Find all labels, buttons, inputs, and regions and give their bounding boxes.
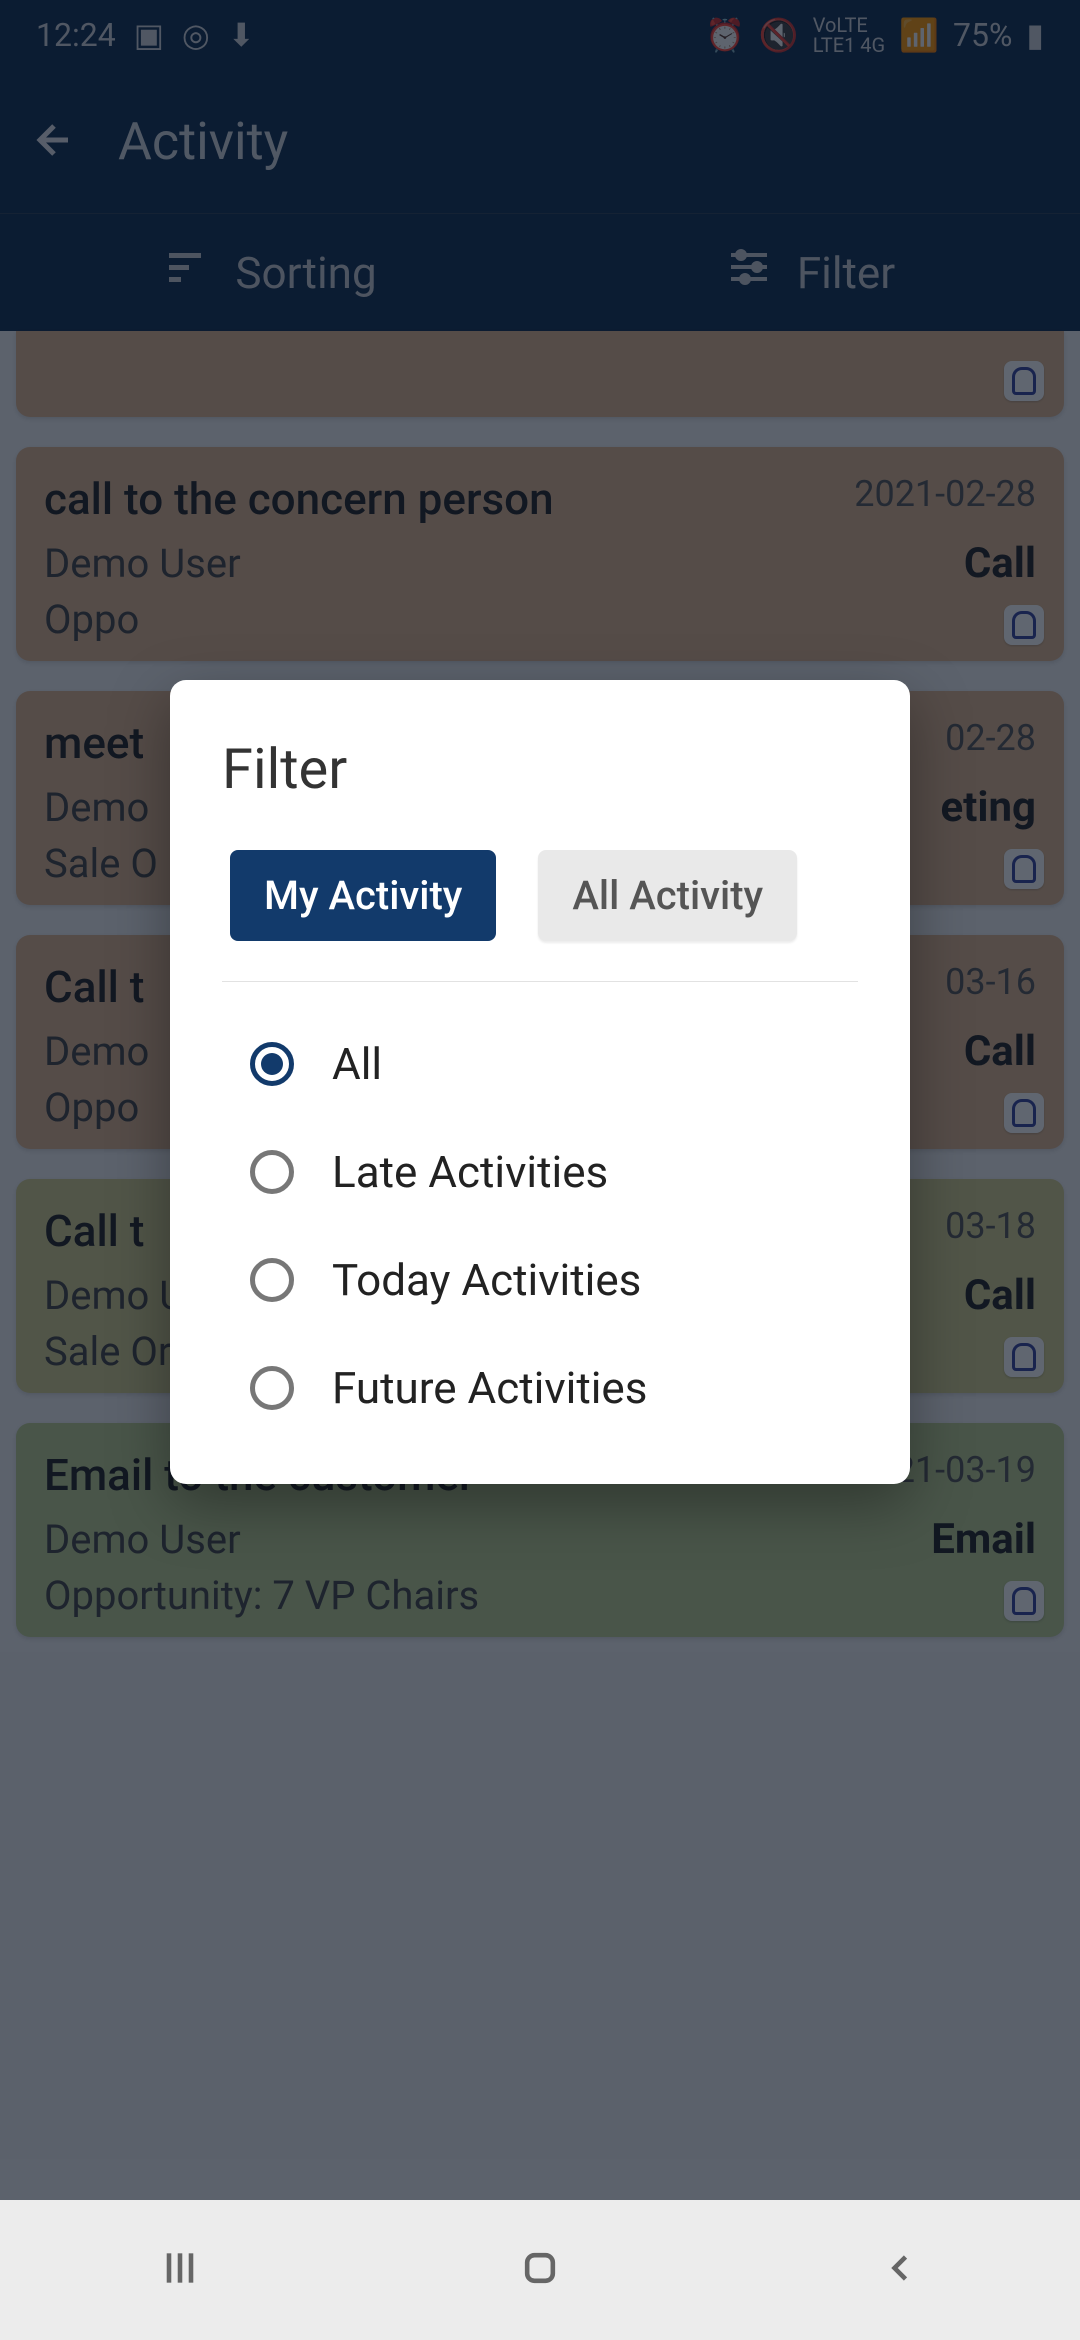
filter-tabs: My Activity All Activity: [222, 850, 858, 982]
filter-option-all[interactable]: All: [250, 1038, 858, 1090]
tab-all-activity[interactable]: All Activity: [538, 850, 797, 941]
option-label: All: [332, 1038, 382, 1090]
recents-icon[interactable]: [158, 2246, 202, 2294]
option-label: Late Activities: [332, 1146, 608, 1198]
filter-dialog: Filter My Activity All Activity All Late…: [170, 680, 910, 1484]
tab-my-activity[interactable]: My Activity: [230, 850, 496, 941]
radio-unselected-icon: [250, 1366, 294, 1410]
radio-unselected-icon: [250, 1150, 294, 1194]
option-label: Today Activities: [332, 1254, 641, 1306]
filter-option-today[interactable]: Today Activities: [250, 1254, 858, 1306]
home-icon[interactable]: [518, 2246, 562, 2294]
option-label: Future Activities: [332, 1362, 647, 1414]
modal-overlay[interactable]: Filter My Activity All Activity All Late…: [0, 0, 1080, 2340]
back-icon[interactable]: [878, 2246, 922, 2294]
radio-selected-icon: [250, 1042, 294, 1086]
dialog-title: Filter: [222, 736, 858, 802]
filter-option-late[interactable]: Late Activities: [250, 1146, 858, 1198]
system-navbar: [0, 2200, 1080, 2340]
filter-options: All Late Activities Today Activities Fut…: [222, 1038, 858, 1414]
radio-unselected-icon: [250, 1258, 294, 1302]
filter-option-future[interactable]: Future Activities: [250, 1362, 858, 1414]
